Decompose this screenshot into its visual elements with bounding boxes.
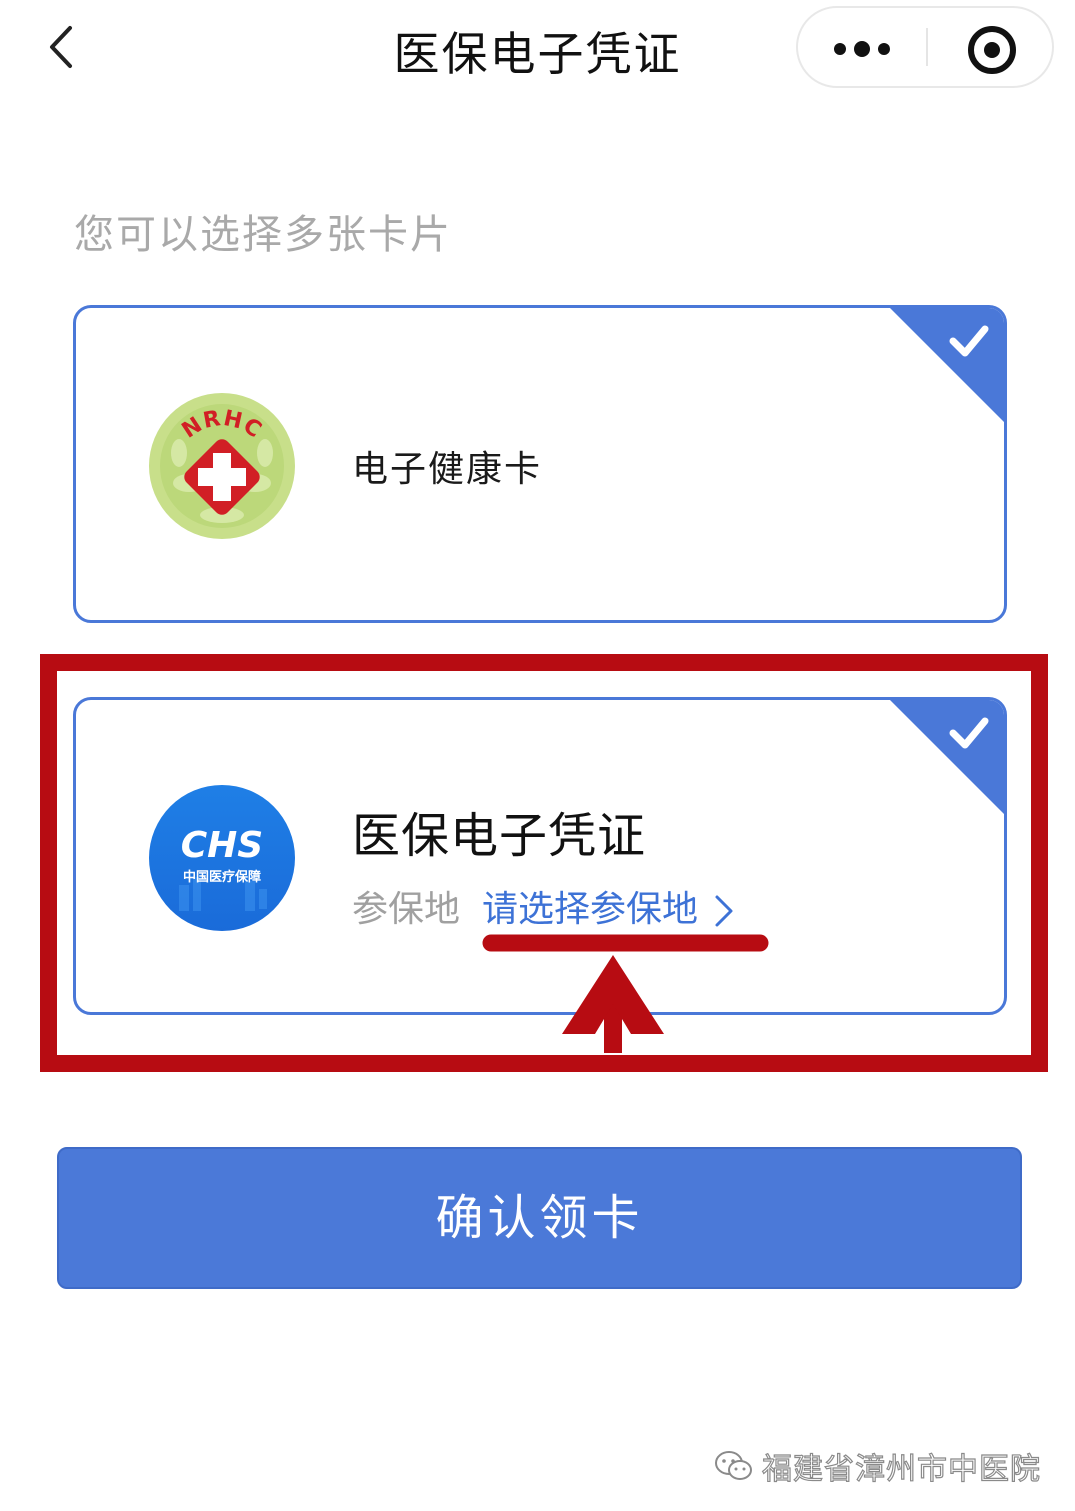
chs-logo-text: CHS <box>181 825 263 866</box>
card-health[interactable]: NRHC 电子健康卡 <box>73 305 1007 623</box>
card-name-health: 电子健康卡 <box>352 449 543 490</box>
mini-program-capsule <box>796 6 1054 88</box>
chs-logo-icon: CHS 中国医疗保障 <box>149 785 295 931</box>
nrhc-logo-icon: NRHC <box>149 393 295 539</box>
confirm-claim-button[interactable]: 确认领卡 <box>57 1147 1022 1289</box>
card-name-medical: 医保电子凭证 <box>352 808 647 864</box>
target-close-icon <box>968 26 1016 74</box>
select-region-link[interactable]: 请选择参保地 <box>482 889 698 930</box>
page: 医保电子凭证 您可以选择多张卡片 NRHC 电子健康卡 CHS 中国医疗保障 医… <box>0 0 1075 1511</box>
close-button[interactable] <box>928 8 1052 86</box>
more-dots-icon <box>834 41 890 57</box>
region-label: 参保地 <box>352 889 461 930</box>
wechat-icon <box>715 1451 752 1480</box>
watermark-text: 福建省漳州市中医院 <box>761 1451 1041 1487</box>
more-button[interactable] <box>798 8 926 86</box>
card-medical-insurance[interactable]: CHS 中国医疗保障 医保电子凭证 参保地 请选择参保地 <box>73 697 1007 1015</box>
chs-logo-subtext: 中国医疗保障 <box>183 869 261 885</box>
hint-text: 您可以选择多张卡片 <box>74 212 452 258</box>
region-row: 参保地 请选择参保地 <box>352 880 736 932</box>
watermark: 福建省漳州市中医院 <box>714 1444 1041 1488</box>
check-corner-icon <box>890 308 1004 422</box>
chevron-right-icon[interactable] <box>712 891 736 931</box>
check-corner-icon <box>890 700 1004 814</box>
